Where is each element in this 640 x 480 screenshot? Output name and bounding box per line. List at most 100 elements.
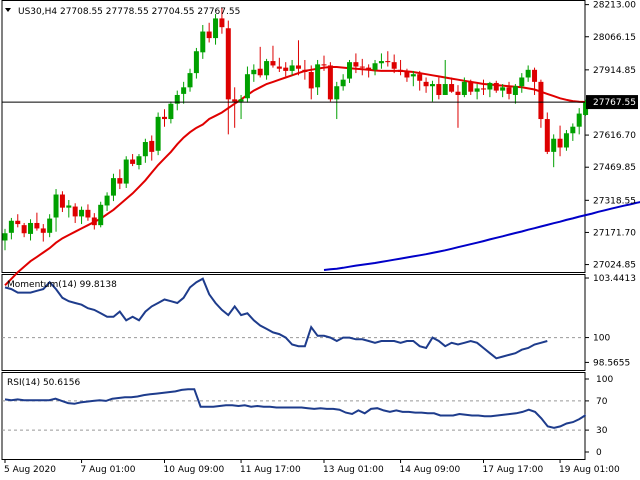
candle-body [563, 133, 569, 148]
candle-body [8, 220, 14, 233]
price-axis-label: 28213.00 [593, 1, 636, 11]
candle-body [142, 142, 148, 157]
candle [91, 213, 97, 230]
candle [53, 189, 59, 232]
candle-body [53, 194, 59, 218]
time-axis-label: 11 Aug 17:00 [240, 465, 301, 475]
candle-body [251, 69, 257, 75]
candle-body [468, 81, 474, 92]
momentum-axis-label: 98.5655 [593, 358, 630, 368]
candle [79, 206, 85, 225]
candle-body [98, 204, 104, 226]
time-axis-label: 10 Aug 09:00 [164, 465, 225, 475]
candle-body [283, 67, 289, 71]
candle-body [91, 217, 97, 226]
candle [232, 87, 238, 128]
candle [493, 80, 499, 93]
candle-body [181, 87, 187, 94]
candle-body [474, 88, 480, 92]
candle [563, 129, 569, 151]
candle [21, 222, 27, 238]
candle-body [487, 82, 493, 90]
candle [519, 73, 525, 93]
candle [481, 79, 486, 95]
fast-ma-line [4, 66, 586, 287]
candle-body [130, 159, 136, 164]
candle [225, 20, 231, 135]
candle-body [15, 220, 21, 225]
candle-body [544, 119, 550, 152]
candle [474, 84, 480, 100]
candle-body [270, 61, 276, 66]
rsi-axis-label: 30 [596, 426, 608, 436]
candle-body [219, 18, 225, 28]
candle [398, 59, 404, 76]
candle [47, 214, 53, 238]
candle-body [378, 61, 384, 64]
rsi-label: RSI(14) 50.6156 [7, 378, 80, 388]
candle [40, 224, 46, 242]
candle-body [551, 138, 557, 152]
candle [193, 47, 199, 79]
candle [66, 199, 72, 218]
candle-body [538, 81, 544, 120]
candle-body [372, 63, 378, 70]
candle-body [417, 74, 423, 81]
chart-canvas: 27767.55 Momentum(14) 99.8138 103.4413 100… [1, 0, 640, 475]
candle-body [2, 233, 8, 241]
candle-body [455, 91, 461, 95]
candle-body [410, 74, 416, 77]
candle [315, 59, 321, 95]
candle [359, 58, 365, 76]
candle [149, 135, 155, 161]
candle-body [327, 65, 333, 100]
dropdown-triangle-icon[interactable] [5, 8, 11, 12]
candle-body [193, 51, 199, 74]
candle-body [525, 69, 531, 78]
candle-body [123, 159, 129, 184]
candle-body [28, 222, 34, 234]
candle-body [206, 31, 212, 39]
candle-body [461, 81, 467, 95]
candle [570, 123, 576, 141]
candle-body [104, 195, 110, 206]
candle [123, 156, 129, 188]
candle [487, 81, 493, 98]
candle-body [321, 64, 327, 66]
candle-body [85, 209, 91, 218]
candle [28, 219, 34, 241]
price-axis-label: 27171.70 [593, 228, 636, 238]
candle-body [149, 140, 155, 152]
candle [136, 154, 142, 170]
candle-body [436, 84, 442, 95]
candle-body [334, 86, 340, 100]
candle [213, 14, 219, 45]
candle [206, 22, 212, 43]
candle [455, 85, 461, 128]
candle-body [155, 116, 161, 151]
candle [130, 154, 136, 167]
candle [270, 45, 276, 68]
candle [551, 134, 557, 168]
candle-body [232, 99, 238, 102]
candle [168, 101, 174, 124]
candle [340, 74, 346, 91]
candle [72, 203, 78, 223]
fast-moving-average-layer [4, 66, 586, 287]
candle [436, 77, 442, 100]
candle-body [557, 138, 563, 148]
candle-body [66, 205, 72, 208]
axes: 28213.00 28066.15 27914.85 27616.70 27469.85… [4, 1, 636, 475]
candle-body [340, 79, 346, 87]
candle-body [47, 218, 53, 233]
candle-body [500, 87, 506, 91]
rsi-panel: RSI(14) 50.6156 100 70 30 0 [2, 375, 613, 458]
price-axis-label: 27024.85 [593, 261, 636, 271]
rsi-axis-label: 70 [596, 397, 608, 407]
candle-body [21, 225, 27, 234]
candle-body [366, 67, 372, 70]
candle-body [276, 66, 282, 69]
price-axis-label: 27616.70 [593, 131, 636, 141]
candle [378, 53, 384, 69]
candle [142, 138, 148, 163]
